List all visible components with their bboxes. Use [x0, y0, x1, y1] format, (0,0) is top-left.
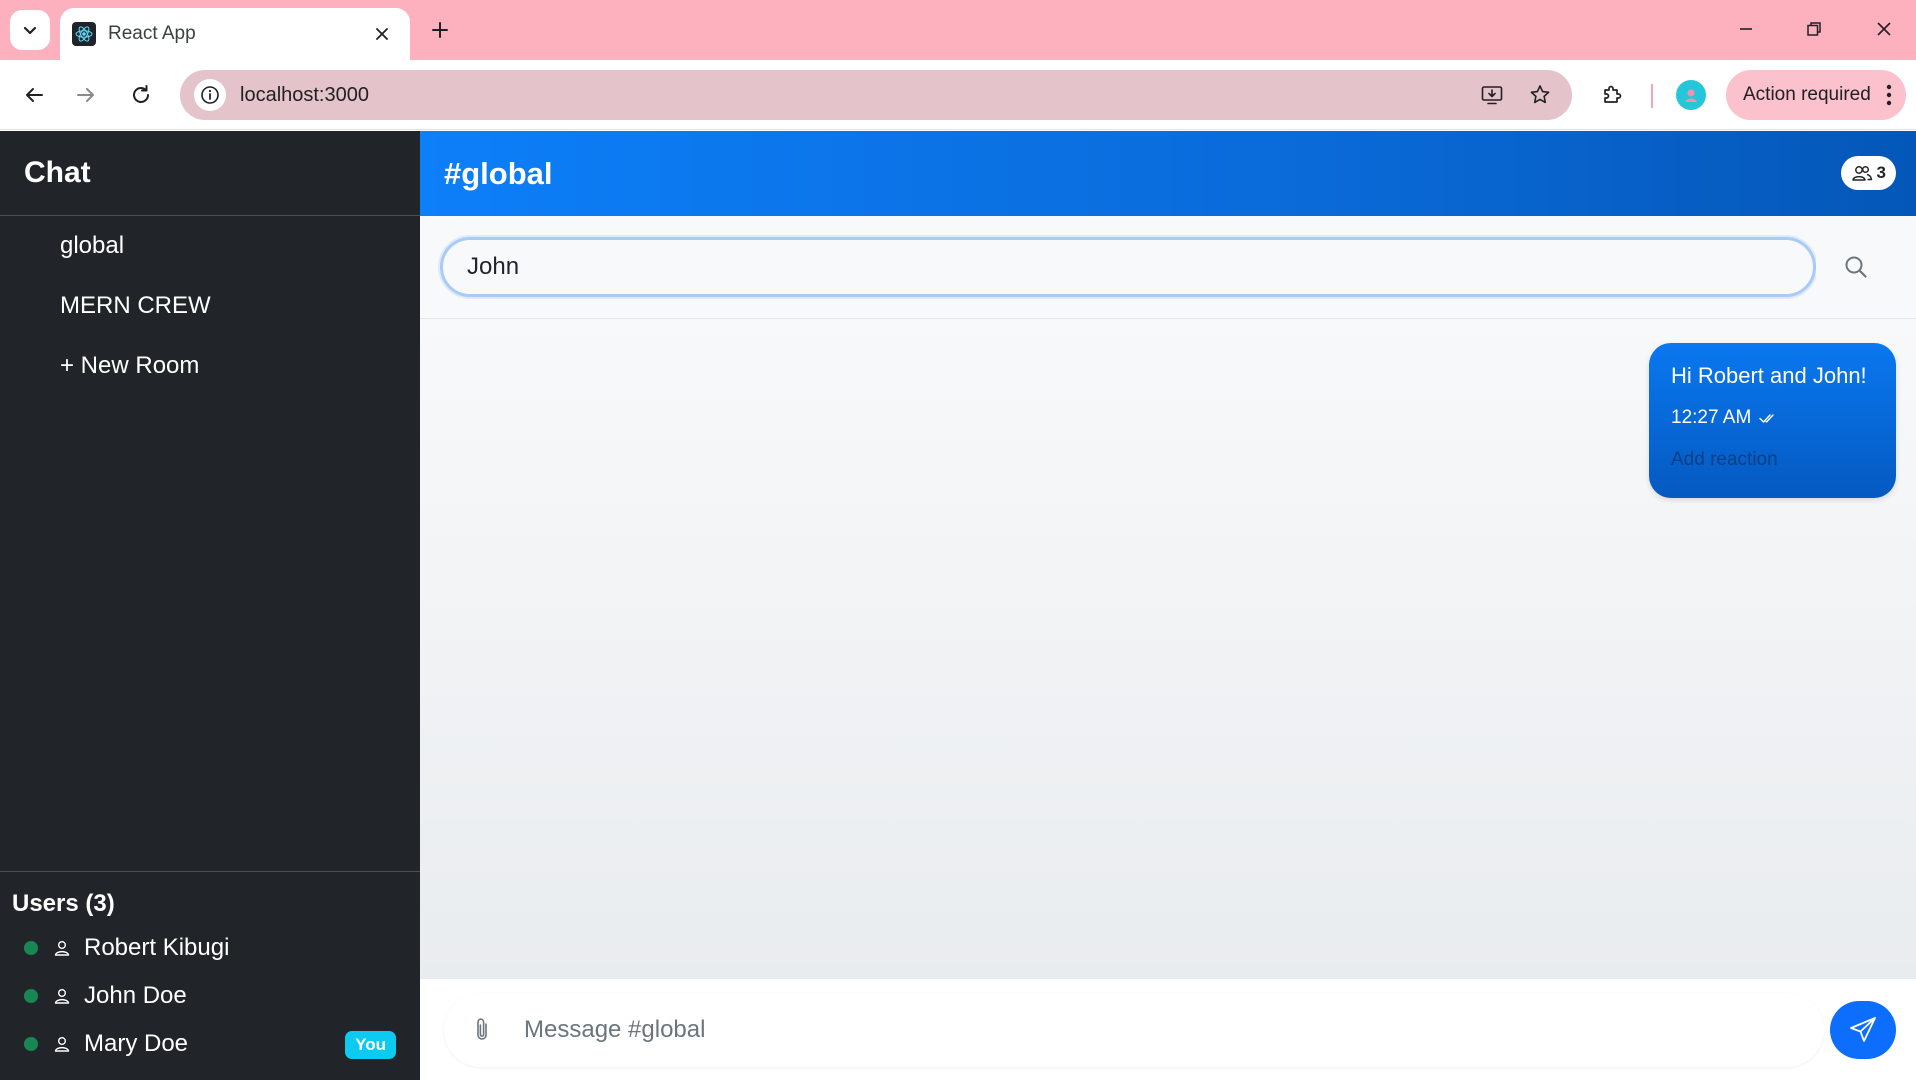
chevron-down-icon — [23, 26, 37, 35]
profile-avatar[interactable] — [1676, 80, 1706, 110]
online-status-dot — [24, 1037, 38, 1051]
new-tab-button[interactable] — [424, 14, 456, 46]
person-icon — [52, 938, 72, 958]
arrow-left-icon — [26, 88, 43, 102]
more-vertical-icon — [1886, 84, 1892, 106]
restore-button[interactable] — [1794, 12, 1834, 46]
puzzle-icon — [1604, 85, 1622, 103]
search-button[interactable] — [1816, 240, 1896, 294]
react-logo-icon — [72, 22, 96, 46]
url-text[interactable]: localhost:3000 — [240, 84, 1462, 107]
new-room-button[interactable]: + New Room — [0, 336, 420, 396]
member-count: 3 — [1876, 163, 1886, 182]
user-item[interactable]: John Doe — [0, 972, 420, 1020]
reload-icon — [133, 85, 149, 103]
forward-button[interactable] — [68, 77, 104, 113]
sidebar-title: Chat — [0, 131, 420, 216]
tab-search-button[interactable] — [10, 10, 50, 50]
browser-tab[interactable]: React App — [60, 8, 410, 60]
add-reaction-button[interactable]: Add reaction — [1671, 449, 1874, 471]
search-icon — [1845, 256, 1867, 278]
minimize-button[interactable] — [1726, 12, 1766, 46]
restore-icon — [1807, 22, 1821, 36]
browser-toolbar: localhost:3000 Action required — [0, 60, 1916, 130]
send-button[interactable] — [1830, 1001, 1896, 1059]
address-bar[interactable]: localhost:3000 — [180, 70, 1572, 120]
action-required-button[interactable]: Action required — [1726, 70, 1906, 120]
message-meta: 12:27 AM — [1671, 407, 1874, 429]
user-name: Robert Kibugi — [84, 934, 230, 961]
room-item-mern-crew[interactable]: MERN CREW — [0, 276, 420, 336]
you-badge: You — [345, 1031, 396, 1059]
tab-title: React App — [108, 23, 196, 44]
sidebar: Chat global MERN CREW + New Room Users (… — [0, 131, 420, 1080]
user-name: John Doe — [84, 982, 187, 1009]
close-icon — [1877, 22, 1891, 36]
arrow-right-icon — [77, 88, 94, 102]
person-icon — [52, 986, 72, 1006]
toolbar-divider — [1651, 84, 1653, 108]
install-icon — [1481, 86, 1503, 105]
message-list[interactable]: Hi Robert and John! 12:27 AM Add reactio… — [420, 319, 1916, 979]
back-button[interactable] — [16, 77, 52, 113]
online-status-dot — [24, 941, 38, 955]
room-list: global MERN CREW + New Room — [0, 216, 420, 396]
chat-main: #global 3 Hi Robert and John! 12:27 AM A… — [420, 131, 1916, 1080]
info-icon — [201, 86, 219, 104]
online-status-dot — [24, 989, 38, 1003]
reload-button[interactable] — [123, 77, 159, 113]
bookmark-button[interactable] — [1522, 77, 1558, 113]
user-name: Mary Doe — [84, 1030, 189, 1057]
double-check-icon — [1759, 412, 1777, 424]
room-item-global[interactable]: global — [0, 216, 420, 276]
action-required-label: Action required — [1743, 84, 1871, 105]
user-item[interactable]: Robert Kibugi — [0, 924, 420, 972]
site-info-button[interactable] — [194, 79, 226, 111]
minimize-icon — [1740, 28, 1752, 30]
user-item[interactable]: Mary Doe You — [0, 1020, 420, 1068]
composer-box — [444, 993, 1824, 1067]
person-icon — [52, 1034, 72, 1054]
tab-close-button[interactable] — [370, 22, 394, 46]
message-text: Hi Robert and John! — [1671, 363, 1867, 388]
message-bubble[interactable]: Hi Robert and John! 12:27 AM Add reactio… — [1649, 343, 1896, 498]
install-app-button[interactable] — [1474, 77, 1510, 113]
users-panel: Users (3) Robert Kibugi John Doe Mary Do… — [0, 871, 420, 1080]
avatar-icon — [1685, 89, 1697, 102]
message-input[interactable] — [524, 1016, 1824, 1044]
send-icon — [1850, 1017, 1876, 1042]
attach-button[interactable] — [466, 1014, 498, 1046]
paperclip-icon — [477, 1018, 487, 1040]
extensions-button[interactable] — [1594, 77, 1630, 113]
chat-header: #global 3 — [420, 131, 1916, 216]
users-title: Users (3) — [12, 890, 115, 917]
member-count-badge[interactable]: 3 — [1840, 156, 1896, 190]
close-window-button[interactable] — [1864, 12, 1904, 46]
browser-tab-bar: React App — [0, 0, 1916, 60]
plus-icon — [432, 22, 448, 38]
message-time: 12:27 AM — [1671, 407, 1752, 428]
people-icon — [1851, 164, 1873, 182]
search-bar — [420, 216, 1916, 319]
close-icon — [376, 28, 388, 40]
message-composer — [420, 979, 1916, 1080]
search-input[interactable] — [440, 237, 1816, 297]
room-title: #global — [444, 155, 553, 191]
star-icon — [1530, 85, 1550, 104]
